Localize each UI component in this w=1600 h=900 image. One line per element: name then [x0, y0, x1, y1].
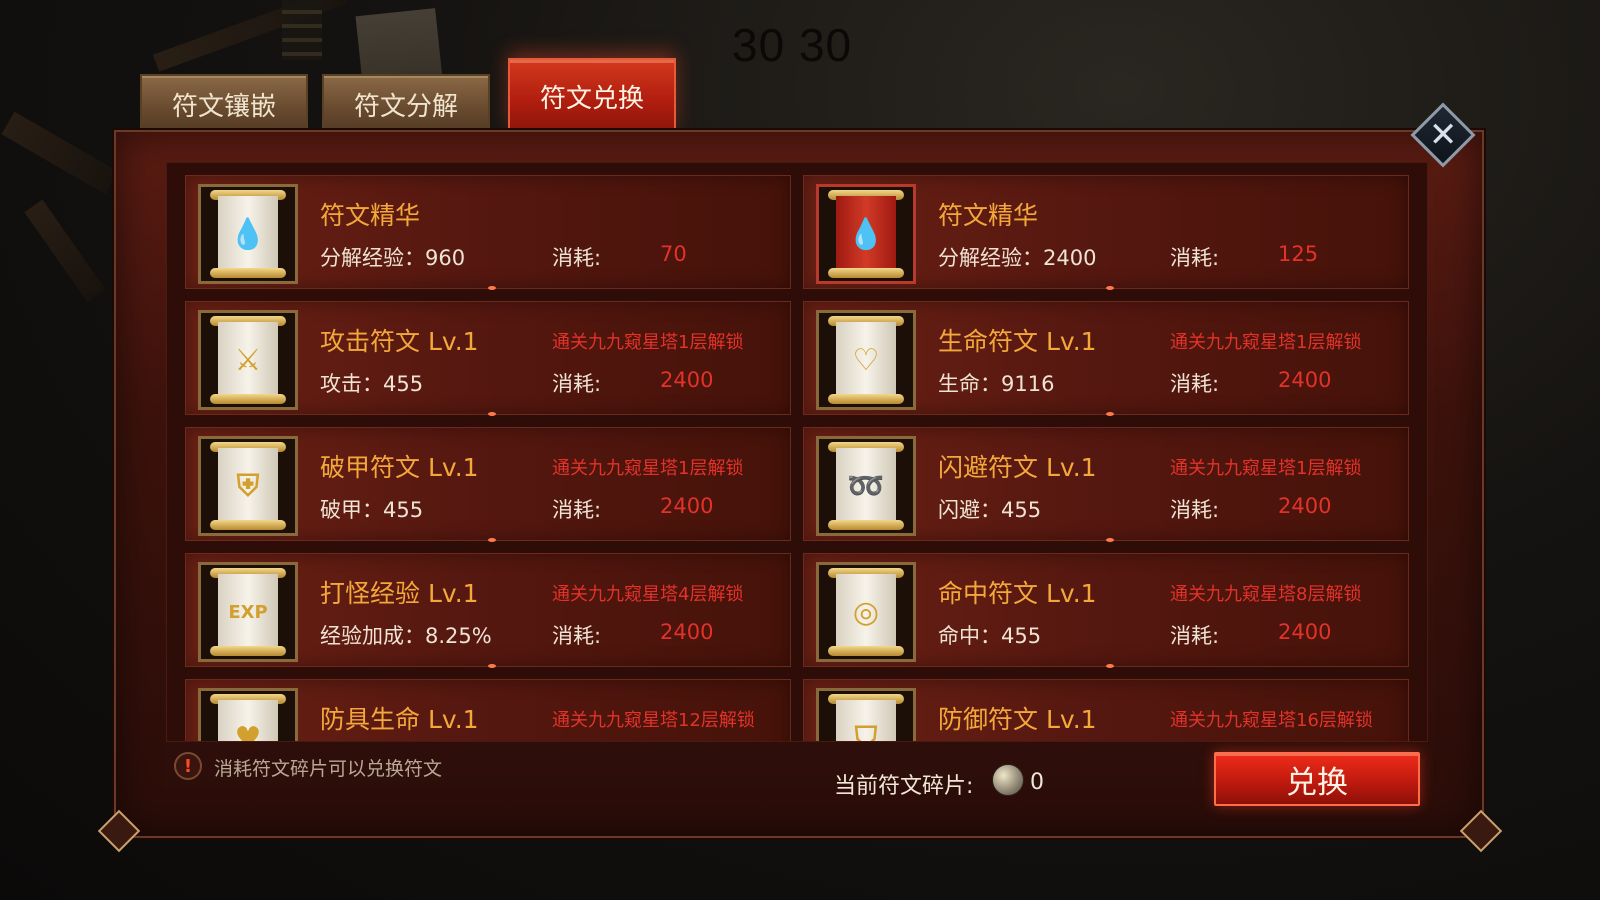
rune-name: 防御符文 Lv.1	[938, 705, 1097, 734]
hit-rune-icon: ◎	[828, 568, 904, 656]
rune-stat: 闪避：455	[938, 498, 1042, 522]
rune-card[interactable]: ⚔ 攻击符文 Lv.1 攻击：455 通关九九窥星塔1层解锁 消耗: 2400	[185, 301, 791, 416]
defense-rune-icon: ⛉	[828, 694, 904, 741]
rune-stat: 命中：455	[938, 624, 1042, 648]
rune-cost-label: 消耗:	[552, 372, 602, 396]
exp-rune-icon: EXP	[210, 568, 286, 656]
rune-unlock-condition: 通关九九窥星塔8层解锁	[1170, 584, 1362, 605]
rune-cost-label: 消耗:	[552, 246, 602, 270]
warning-icon: !	[174, 752, 202, 780]
rune-icon-frame: ♡	[816, 310, 916, 410]
rune-fragment-icon	[992, 764, 1024, 796]
rune-cost-label: 消耗:	[552, 498, 602, 522]
rune-list[interactable]: 💧 符文精华 分解经验：960 消耗: 70 💧 符文精华 分解经验：2400 …	[166, 162, 1428, 742]
rune-card[interactable]: EXP 打怪经验 Lv.1 经验加成：8.25% 通关九九窥星塔4层解锁 消耗:…	[185, 553, 791, 668]
essence-scroll-icon: 💧	[210, 190, 286, 278]
rune-card[interactable]: 💧 符文精华 分解经验：2400 消耗: 125	[803, 175, 1409, 290]
rune-stat: 生命：9116	[938, 372, 1055, 396]
rune-icon-frame: ◎	[816, 562, 916, 662]
rune-cost-value: 2400	[660, 368, 714, 392]
rune-name: 闪避符文 Lv.1	[938, 453, 1097, 482]
rune-card[interactable]: ♥ 防具生命 Lv.1 通关九九窥星塔12层解锁	[185, 679, 791, 741]
attack-rune-icon: ⚔	[210, 316, 286, 404]
rune-name: 防具生命 Lv.1	[320, 705, 479, 734]
rune-icon-frame: ⚔	[198, 310, 298, 410]
rune-card[interactable]: ➿ 闪避符文 Lv.1 闪避：455 通关九九窥星塔1层解锁 消耗: 2400	[803, 427, 1409, 542]
close-icon: ✕	[1428, 115, 1458, 155]
rune-cost-label: 消耗:	[1170, 624, 1220, 648]
rune-stat: 攻击：455	[320, 372, 424, 396]
rune-icon-frame: 💧	[198, 184, 298, 284]
rune-unlock-condition: 通关九九窥星塔1层解锁	[552, 332, 744, 353]
rune-cost-value: 125	[1278, 242, 1319, 266]
rune-unlock-condition: 通关九九窥星塔1层解锁	[552, 458, 744, 479]
tab-rune-inlay[interactable]: 符文镶嵌	[140, 74, 308, 132]
rune-cost-value: 70	[660, 242, 687, 266]
background-pole	[282, 0, 322, 60]
rune-icon-frame: ⛨	[198, 436, 298, 536]
fragment-count: 0	[1030, 770, 1044, 795]
rune-name: 生命符文 Lv.1	[938, 327, 1097, 356]
rune-card[interactable]: ⛨ 破甲符文 Lv.1 破甲：455 通关九九窥星塔1层解锁 消耗: 2400	[185, 427, 791, 542]
rune-card[interactable]: 💧 符文精华 分解经验：960 消耗: 70	[185, 175, 791, 290]
rune-icon-frame: ⛉	[816, 688, 916, 741]
rune-card[interactable]: ⛉ 防御符文 Lv.1 通关九九窥星塔16层解锁	[803, 679, 1409, 741]
rune-cost-label: 消耗:	[1170, 372, 1220, 396]
top-counter: 30 30	[732, 19, 853, 71]
rune-cost-value: 2400	[1278, 494, 1332, 518]
rune-unlock-condition: 通关九九窥星塔16层解锁	[1170, 710, 1373, 731]
rune-cost-value: 2400	[1278, 368, 1332, 392]
rune-unlock-condition: 通关九九窥星塔4层解锁	[552, 584, 744, 605]
rune-stat: 分解经验：960	[320, 246, 466, 270]
rune-cost-label: 消耗:	[552, 624, 602, 648]
rune-name: 命中符文 Lv.1	[938, 579, 1097, 608]
rune-icon-frame: ➿	[816, 436, 916, 536]
rune-stat: 经验加成：8.25%	[320, 624, 492, 648]
rune-cost-value: 2400	[660, 620, 714, 644]
tab-rune-decompose[interactable]: 符文分解	[322, 74, 490, 132]
rune-stat: 分解经验：2400	[938, 246, 1097, 270]
background-beam	[24, 199, 106, 303]
rune-name: 破甲符文 Lv.1	[320, 453, 479, 482]
fragment-label: 当前符文碎片:	[834, 774, 974, 799]
rune-stat: 破甲：455	[320, 498, 424, 522]
tab-rune-exchange[interactable]: 符文兑换	[508, 58, 676, 132]
rune-name: 打怪经验 Lv.1	[320, 579, 479, 608]
rune-card[interactable]: ♡ 生命符文 Lv.1 生命：9116 通关九九窥星塔1层解锁 消耗: 2400	[803, 301, 1409, 416]
rune-card[interactable]: ◎ 命中符文 Lv.1 命中：455 通关九九窥星塔8层解锁 消耗: 2400	[803, 553, 1409, 668]
rune-unlock-condition: 通关九九窥星塔12层解锁	[552, 710, 755, 731]
rune-unlock-condition: 通关九九窥星塔1层解锁	[1170, 332, 1362, 353]
background-beam	[1, 111, 119, 195]
rune-name: 符文精华	[938, 201, 1039, 230]
armor-break-rune-icon: ⛨	[210, 442, 286, 530]
rune-cost-value: 2400	[1278, 620, 1332, 644]
exchange-hint: 消耗符文碎片可以兑换符文	[214, 758, 443, 780]
life-rune-icon: ♡	[828, 316, 904, 404]
exchange-button[interactable]: 兑换	[1214, 752, 1420, 806]
essence-scroll-red-icon: 💧	[828, 190, 904, 278]
rune-icon-frame: ♥	[198, 688, 298, 741]
rune-icon-frame: EXP	[198, 562, 298, 662]
rune-unlock-condition: 通关九九窥星塔1层解锁	[1170, 458, 1362, 479]
rune-icon-frame: 💧	[816, 184, 916, 284]
dodge-rune-icon: ➿	[828, 442, 904, 530]
rune-name: 符文精华	[320, 201, 421, 230]
rune-cost-label: 消耗:	[1170, 246, 1220, 270]
rune-cost-label: 消耗:	[1170, 498, 1220, 522]
armor-life-rune-icon: ♥	[210, 694, 286, 741]
rune-cost-value: 2400	[660, 494, 714, 518]
rune-name: 攻击符文 Lv.1	[320, 327, 479, 356]
